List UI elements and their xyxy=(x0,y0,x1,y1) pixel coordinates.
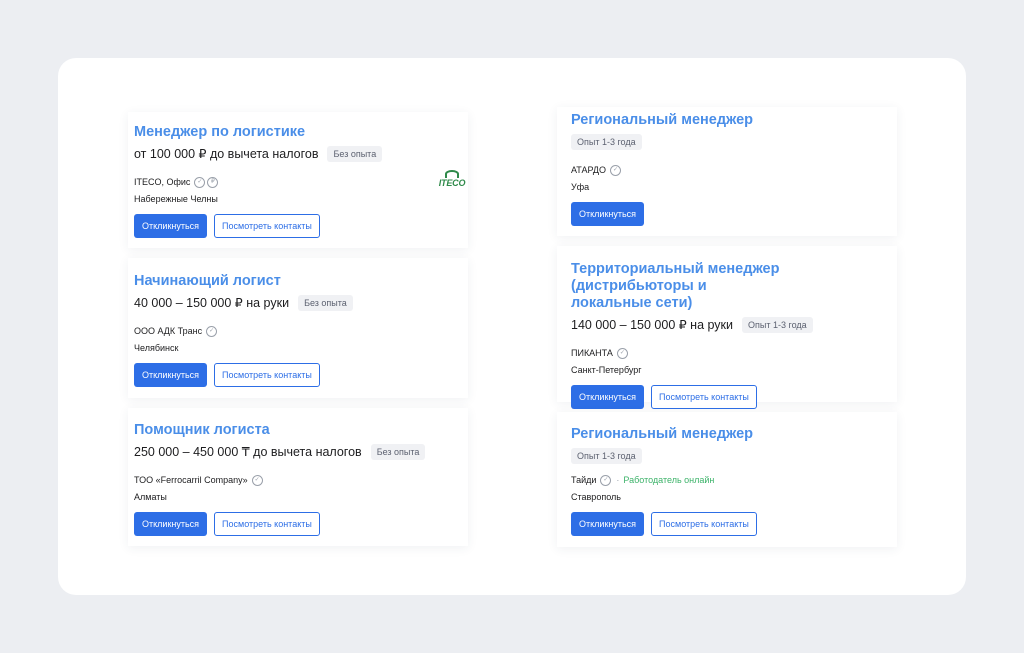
vacancy-title[interactable]: Помощник логиста xyxy=(134,422,462,439)
verified-check-icon: ✓ xyxy=(610,164,621,176)
vacancy-title[interactable]: Региональный менеджер xyxy=(571,112,891,129)
vacancy-salary: от 100 000 ₽ до вычета налогов xyxy=(134,147,319,161)
respond-button[interactable]: Откликнуться xyxy=(571,512,645,536)
respond-button[interactable]: Откликнуться xyxy=(134,512,208,536)
company-name[interactable]: Тайди xyxy=(571,474,596,486)
vacancy-title[interactable]: Региональный менеджер xyxy=(571,426,891,443)
verified-badge-icon: ₽ xyxy=(207,176,219,188)
vacancy-salary: 250 000 – 450 000 ₸ до вычета налогов xyxy=(134,445,362,459)
vacancy-city: Санкт-Петербург xyxy=(571,365,642,375)
vacancy-card[interactable]: Территориальный менеджер (дистрибьюторы … xyxy=(557,246,897,409)
verified-check-icon: ✓ xyxy=(251,474,263,486)
respond-button[interactable]: Откликнуться xyxy=(571,385,645,409)
experience-badge: Опыт 1-3 года xyxy=(571,448,642,464)
verified-check-icon: ✓ xyxy=(206,325,218,337)
vacancy-card[interactable]: Менеджер по логистике от 100 000 ₽ до вы… xyxy=(128,112,468,248)
vacancy-city: Уфа xyxy=(571,182,590,192)
view-contacts-button[interactable]: Посмотреть контакты xyxy=(651,512,757,536)
experience-badge: Без опыта xyxy=(327,146,383,162)
respond-button[interactable]: Откликнуться xyxy=(134,214,208,238)
experience-badge: Опыт 1-3 года xyxy=(571,134,642,150)
vacancy-card[interactable]: Помощник логиста 250 000 – 450 000 ₸ до … xyxy=(128,408,468,546)
vacancy-city: Ставрополь xyxy=(571,492,621,502)
company-name[interactable]: ITECO, Офис xyxy=(134,176,190,188)
vacancy-title-line: локальные сети) xyxy=(571,295,693,311)
vacancy-title-line: Территориальный менеджер (дистрибьюторы … xyxy=(571,261,780,294)
experience-badge: Без опыта xyxy=(370,444,426,460)
view-contacts-button[interactable]: Посмотреть контакты xyxy=(214,512,320,536)
verified-check-icon: ✓ xyxy=(616,347,628,359)
employer-online-status: Работодатель онлайн xyxy=(623,475,715,485)
vacancy-card[interactable]: Региональный менеджер Опыт 1-3 года Тайд… xyxy=(557,412,897,547)
view-contacts-button[interactable]: Посмотреть контакты xyxy=(651,385,757,409)
separator-dot: · xyxy=(616,475,620,485)
logo-text: ITECO xyxy=(438,178,466,188)
vacancy-card[interactable]: Региональный менеджер Опыт 1-3 года АТАР… xyxy=(557,107,897,236)
view-contacts-button[interactable]: Посмотреть контакты xyxy=(214,363,320,387)
iteco-logo xyxy=(445,170,459,178)
respond-button[interactable]: Откликнуться xyxy=(134,363,208,387)
company-name[interactable]: ПИКАНТА xyxy=(571,347,613,359)
vacancy-salary: 40 000 – 150 000 ₽ на руки xyxy=(134,296,290,310)
vacancy-card[interactable]: Начинающий логист 40 000 – 150 000 ₽ на … xyxy=(128,258,468,398)
vacancy-city: Набережные Челны xyxy=(134,194,218,204)
respond-button[interactable]: Откликнуться xyxy=(571,202,645,226)
company-name[interactable]: ООО АДК Транс xyxy=(134,325,202,337)
vacancy-title[interactable]: Территориальный менеджер (дистрибьюторы … xyxy=(571,261,891,312)
experience-badge: Опыт 1-3 года xyxy=(742,317,813,333)
company-name[interactable]: АТАРДО xyxy=(571,164,606,176)
vacancy-city: Челябинск xyxy=(134,343,179,353)
company-name[interactable]: ТОО «Ferrocarril Company» xyxy=(134,474,248,486)
experience-badge: Без опыта xyxy=(298,295,353,311)
vacancy-city: Алматы xyxy=(134,492,167,502)
vacancy-salary: 140 000 – 150 000 ₽ на руки xyxy=(571,318,734,332)
verified-check-icon: ✓ xyxy=(600,474,612,486)
vacancy-title[interactable]: Начинающий логист xyxy=(134,273,462,290)
view-contacts-button[interactable]: Посмотреть контакты xyxy=(214,214,320,238)
vacancy-title[interactable]: Менеджер по логистике xyxy=(134,124,462,141)
company-logo[interactable]: ITECO xyxy=(439,170,465,190)
verified-check-icon: ✓ xyxy=(194,176,206,188)
